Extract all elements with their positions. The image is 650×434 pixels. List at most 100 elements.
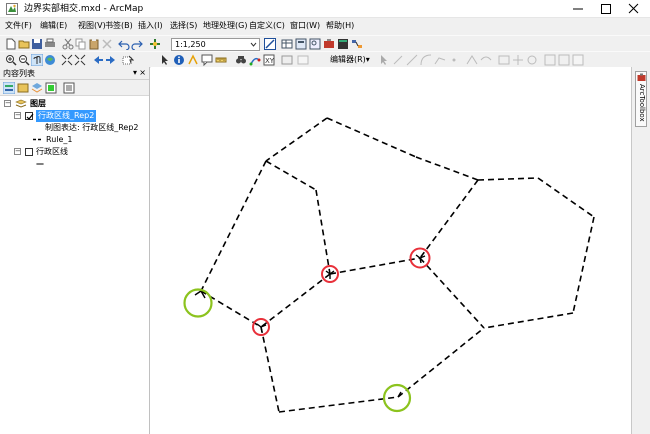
arctoolbox-tab-label: ArcToolbox xyxy=(638,84,646,122)
menu-help[interactable]: 帮助(H) xyxy=(326,21,354,31)
toc-toolbar xyxy=(0,80,149,96)
undo-icon[interactable] xyxy=(118,38,130,50)
editor-menu-button[interactable]: 编辑器(R)▾ xyxy=(330,54,370,66)
menu-file[interactable]: 文件(F) xyxy=(5,21,32,31)
copy-icon[interactable] xyxy=(75,38,87,50)
add-data-icon[interactable] xyxy=(149,38,161,50)
back-extent-icon[interactable] xyxy=(92,54,104,66)
zoom-out-icon[interactable] xyxy=(18,54,30,66)
model-builder-icon[interactable] xyxy=(351,38,363,50)
arctoolbox-tab[interactable]: ArcToolbox xyxy=(635,71,647,127)
map-scale-input[interactable]: 1:1,250 xyxy=(171,38,260,51)
full-extent-icon[interactable] xyxy=(44,54,56,66)
boundary-segment xyxy=(265,160,317,191)
list-by-source-icon[interactable] xyxy=(17,82,29,94)
boundary-lines xyxy=(200,117,595,413)
junction-ticks xyxy=(194,254,426,398)
redo-icon[interactable] xyxy=(131,38,143,50)
html-popup-icon[interactable] xyxy=(201,54,213,66)
sketch-properties-icon[interactable] xyxy=(558,54,570,66)
fixed-zoom-in-icon[interactable] xyxy=(61,54,73,66)
hyperlink-icon[interactable] xyxy=(187,54,199,66)
chevron-down-icon[interactable] xyxy=(249,40,258,49)
identify-icon[interactable] xyxy=(173,54,185,66)
boundary-segment xyxy=(415,156,479,181)
minimize-button[interactable] xyxy=(564,0,592,18)
cut-icon[interactable] xyxy=(62,38,74,50)
fixed-zoom-out-icon[interactable] xyxy=(74,54,86,66)
zoom-in-icon[interactable] xyxy=(5,54,17,66)
options-icon[interactable] xyxy=(63,82,75,94)
menu-edit[interactable]: 编辑(E) xyxy=(40,21,67,31)
close-button[interactable] xyxy=(620,0,648,18)
swipe-icon[interactable] xyxy=(297,54,309,66)
arctoolbox-icon[interactable] xyxy=(323,38,335,50)
find-icon[interactable] xyxy=(235,54,247,66)
list-by-selection-icon[interactable] xyxy=(45,82,57,94)
editor-toolbar-icon[interactable] xyxy=(264,38,276,50)
collapse-icon[interactable]: − xyxy=(4,100,11,107)
boundary-segment xyxy=(329,257,421,275)
paste-icon[interactable] xyxy=(88,38,100,50)
save-icon[interactable] xyxy=(31,38,43,50)
boundary-segment xyxy=(315,189,331,275)
menu-bookmarks[interactable]: 书签(B) xyxy=(105,21,133,31)
layer-name-admin-line[interactable]: 行政区线 xyxy=(36,146,68,158)
split-icon[interactable] xyxy=(512,54,524,66)
delete-icon[interactable] xyxy=(101,38,113,50)
map-view[interactable] xyxy=(151,67,631,434)
find-route-icon[interactable] xyxy=(249,54,261,66)
new-document-icon[interactable] xyxy=(5,38,17,50)
menu-geoprocessing[interactable]: 地理处理(G) xyxy=(203,21,247,31)
select-elements-icon[interactable] xyxy=(159,54,171,66)
cut-polygons-icon[interactable] xyxy=(498,54,510,66)
endpoint-arc-icon[interactable] xyxy=(420,54,432,66)
table-of-contents: 内容列表 ▾ × − 图层 − 行政区线_Rep2 制图表达: 行政区线_Rep… xyxy=(0,67,150,434)
print-icon[interactable] xyxy=(44,38,56,50)
forward-extent-icon[interactable] xyxy=(105,54,117,66)
layer-visibility-checkbox[interactable] xyxy=(25,112,34,120)
toc-header: 内容列表 ▾ × xyxy=(0,67,149,80)
toc-pin-button[interactable]: ▾ xyxy=(133,67,137,79)
menu-windows[interactable]: 窗口(W) xyxy=(290,21,320,31)
go-to-xy-icon[interactable]: XY xyxy=(263,54,275,66)
menu-insert[interactable]: 插入(I) xyxy=(138,21,163,31)
list-by-visibility-icon[interactable] xyxy=(31,82,43,94)
time-slider-icon[interactable] xyxy=(281,54,293,66)
edit-vertices-icon[interactable] xyxy=(466,54,478,66)
representation-label: 制图表达: 行政区线_Rep2 xyxy=(45,123,139,132)
pan-icon[interactable] xyxy=(31,54,43,66)
python-window-icon[interactable] xyxy=(337,38,349,50)
arcmap-icon xyxy=(6,3,18,15)
menu-view[interactable]: 视图(V) xyxy=(78,21,106,31)
list-by-drawing-order-icon[interactable] xyxy=(3,82,15,94)
collapse-icon[interactable]: − xyxy=(14,148,21,155)
trace-icon[interactable] xyxy=(434,54,446,66)
catalog-icon[interactable] xyxy=(295,38,307,50)
straight-segment-icon[interactable] xyxy=(406,54,418,66)
rotate-icon[interactable] xyxy=(526,54,538,66)
boundary-segment xyxy=(260,273,331,328)
search-window-icon[interactable] xyxy=(309,38,321,50)
map-canvas[interactable] xyxy=(151,67,631,434)
table-icon[interactable] xyxy=(281,38,293,50)
create-features-icon[interactable] xyxy=(572,54,584,66)
edit-annotation-icon[interactable] xyxy=(392,54,404,66)
open-icon[interactable] xyxy=(18,38,30,50)
layer-name-rep2[interactable]: 行政区线_Rep2 xyxy=(36,110,97,122)
tools-toolbar: XY 编辑器(R)▾ xyxy=(0,51,650,68)
boundary-segment xyxy=(326,117,417,158)
attributes-icon[interactable] xyxy=(544,54,556,66)
layer-visibility-checkbox[interactable] xyxy=(25,148,33,156)
collapse-icon[interactable]: − xyxy=(14,112,21,119)
maximize-button[interactable] xyxy=(592,0,620,18)
rule-label: Rule_1 xyxy=(46,135,73,144)
menu-customize[interactable]: 自定义(C) xyxy=(249,21,285,31)
measure-icon[interactable] xyxy=(215,54,227,66)
select-by-graphics-icon[interactable] xyxy=(122,54,134,66)
reshape-icon[interactable] xyxy=(480,54,492,66)
menu-selection[interactable]: 选择(S) xyxy=(170,21,197,31)
point-icon[interactable] xyxy=(448,54,460,66)
toc-close-button[interactable]: × xyxy=(139,67,146,79)
edit-tool-icon[interactable] xyxy=(378,54,390,66)
